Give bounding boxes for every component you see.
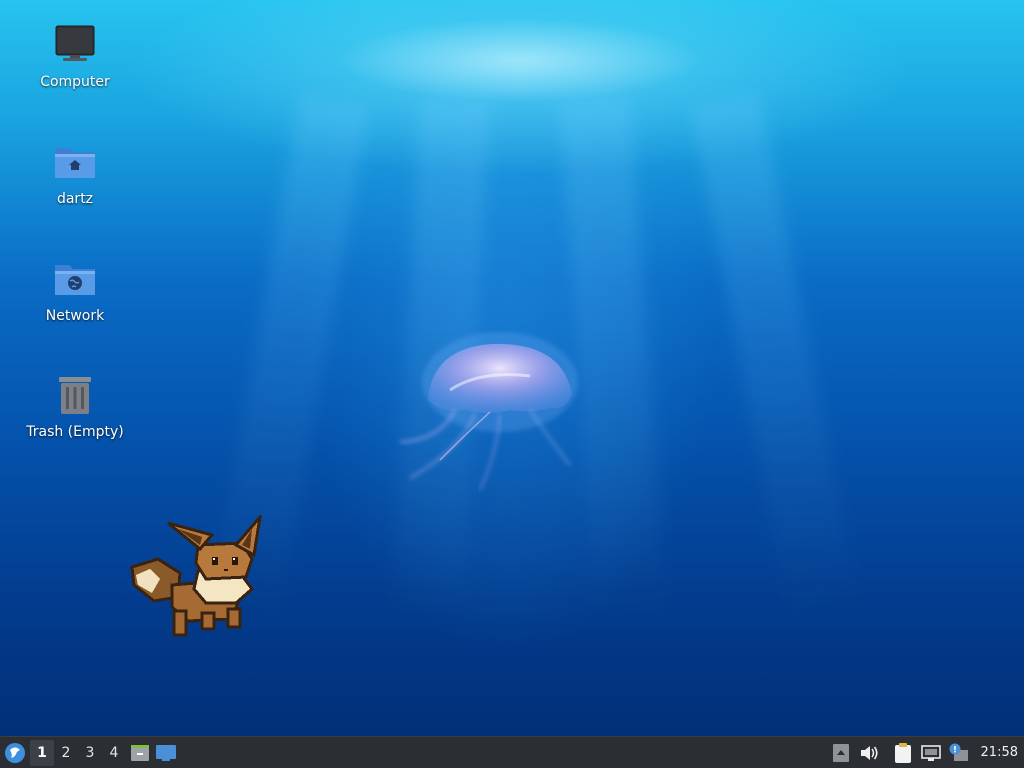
desktop-icon-label: Computer [40,74,110,90]
desktop-icon-network[interactable]: Network [20,256,130,324]
desktop-icon-home[interactable]: dartz [20,139,130,207]
volume-icon [860,745,878,760]
trash-icon [51,372,99,420]
desktop-icon-computer[interactable]: Computer [20,22,130,90]
desktop: Computer dartz Network Trash (Empty) 1 2… [0,0,1024,768]
file-manager-icon [131,744,149,761]
workspace-2-button[interactable]: 2 [54,740,78,766]
computer-icon [51,22,99,70]
jellyfish-illustration [380,330,600,510]
workspace-1-button[interactable]: 1 [30,739,54,766]
tray-expand-icon [832,743,849,762]
workspace-label: 2 [61,744,71,761]
desktop-icon-trash[interactable]: Trash (Empty) [20,372,130,440]
whisker-menu-icon [5,742,25,763]
workspace-3-button[interactable]: 3 [78,740,102,766]
clipboard-button[interactable] [889,739,917,767]
desktop-icon-label: dartz [56,191,94,207]
clipboard-icon [894,742,911,763]
volume-button[interactable] [855,739,883,767]
clock-time: 21:58 [980,745,1018,760]
whisker-menu-button[interactable] [0,737,30,768]
taskbar: 1 2 3 4 21:58 [0,736,1024,768]
clock[interactable]: 21:58 [973,745,1024,760]
desktop-icon-label: Network [45,308,105,324]
desktop-icon-label: Trash (Empty) [26,424,124,440]
desktop-pet-sprite[interactable] [128,512,264,643]
home-folder-icon [51,139,99,187]
workspace-label: 1 [37,744,47,761]
workspace-label: 4 [109,744,119,761]
network-status-button[interactable] [917,739,945,767]
show-desktop-icon [156,744,176,761]
notification-button[interactable] [945,739,973,767]
workspace-4-button[interactable]: 4 [102,740,126,766]
tray-expand-button[interactable] [827,739,855,767]
network-folder-icon [51,256,99,304]
light-ray [690,93,859,618]
file-manager-launcher[interactable] [128,740,152,766]
notification-icon [949,743,968,761]
workspace-label: 3 [85,744,95,761]
show-desktop-button[interactable] [154,740,178,766]
network-status-icon [920,744,941,761]
